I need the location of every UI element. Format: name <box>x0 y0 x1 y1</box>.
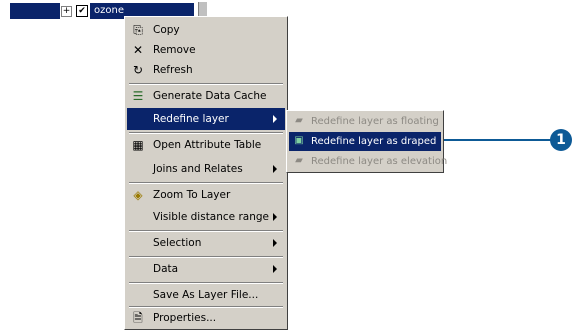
submenu-arrow-icon <box>273 265 277 273</box>
menu-item-label: Copy <box>153 24 180 36</box>
menu-item-remove[interactable]: ✕ Remove <box>127 39 285 61</box>
callout-number-badge: 1 <box>550 129 572 151</box>
menu-item-visible-distance-range[interactable]: Visible distance range <box>127 206 285 228</box>
submenu-arrow-icon <box>273 165 277 173</box>
menu-item-label: Properties... <box>153 312 217 324</box>
floating-layer-icon: ▰ <box>295 115 303 126</box>
elevation-layer-icon: ▰ <box>295 155 303 166</box>
data-cache-icon: ☰ <box>132 89 144 103</box>
menu-item-joins-and-relates[interactable]: Joins and Relates <box>127 158 285 180</box>
menu-item-label: Visible distance range <box>153 211 269 223</box>
menu-item-redefine-layer[interactable]: Redefine layer <box>127 108 285 130</box>
submenu-item-elevation[interactable]: ▰ Redefine layer as elevation <box>289 152 447 171</box>
menu-item-label: Refresh <box>153 64 193 76</box>
submenu-arrow-icon <box>273 213 277 221</box>
menu-item-data[interactable]: Data <box>127 258 285 280</box>
submenu-item-floating[interactable]: ▰ Redefine layer as floating <box>289 112 441 131</box>
submenu-item-draped[interactable]: ▣ Redefine layer as draped <box>289 132 441 151</box>
menu-item-generate-data-cache[interactable]: ☰ Generate Data Cache <box>127 85 285 107</box>
table-icon: ▦ <box>132 138 144 152</box>
menu-item-label: Open Attribute Table <box>153 139 262 151</box>
draped-layer-icon: ▣ <box>294 135 304 146</box>
menu-item-label: Save As Layer File... <box>153 289 259 301</box>
menu-item-label: Zoom To Layer <box>153 189 231 201</box>
menu-item-save-as-layer-file[interactable]: Save As Layer File... <box>127 284 285 306</box>
submenu-arrow-icon <box>273 239 277 247</box>
callout-leader-line <box>444 139 551 141</box>
redefine-layer-submenu: ▰ Redefine layer as floating ▣ Redefine … <box>286 110 447 173</box>
menu-item-label: Generate Data Cache <box>153 90 267 102</box>
submenu-item-label: Redefine layer as draped <box>311 136 437 147</box>
menu-item-label: Remove <box>153 44 196 56</box>
zoom-to-layer-icon: ◈ <box>133 188 143 202</box>
submenu-arrow-icon <box>273 115 277 123</box>
menu-item-label: Selection <box>153 237 202 249</box>
menu-item-copy[interactable]: ⎘ Copy <box>127 19 285 41</box>
layer-context-menu: ⎘ Copy ✕ Remove ↻ Refresh ☰ Generate Dat… <box>124 16 288 330</box>
menu-item-selection[interactable]: Selection <box>127 232 285 254</box>
copy-icon: ⎘ <box>133 23 143 37</box>
menu-item-label: Data <box>153 263 179 275</box>
submenu-item-label: Redefine layer as elevation <box>311 156 448 167</box>
refresh-icon: ↻ <box>132 63 144 77</box>
tree-selection-bar <box>10 3 60 19</box>
menu-item-label: Redefine layer <box>153 113 229 125</box>
expand-icon[interactable]: + <box>61 6 72 17</box>
submenu-item-label: Redefine layer as floating <box>311 116 439 127</box>
properties-icon: 🗎 <box>133 311 143 325</box>
menu-item-refresh[interactable]: ↻ Refresh <box>127 59 285 81</box>
remove-icon: ✕ <box>132 43 144 57</box>
menu-item-zoom-to-layer[interactable]: ◈ Zoom To Layer <box>127 184 285 206</box>
layer-visibility-checkbox[interactable]: ✔ <box>76 5 88 17</box>
menu-item-open-attribute-table[interactable]: ▦ Open Attribute Table <box>127 134 285 156</box>
menu-item-label: Joins and Relates <box>153 163 243 175</box>
menu-item-properties[interactable]: 🗎 Properties... <box>127 307 285 329</box>
